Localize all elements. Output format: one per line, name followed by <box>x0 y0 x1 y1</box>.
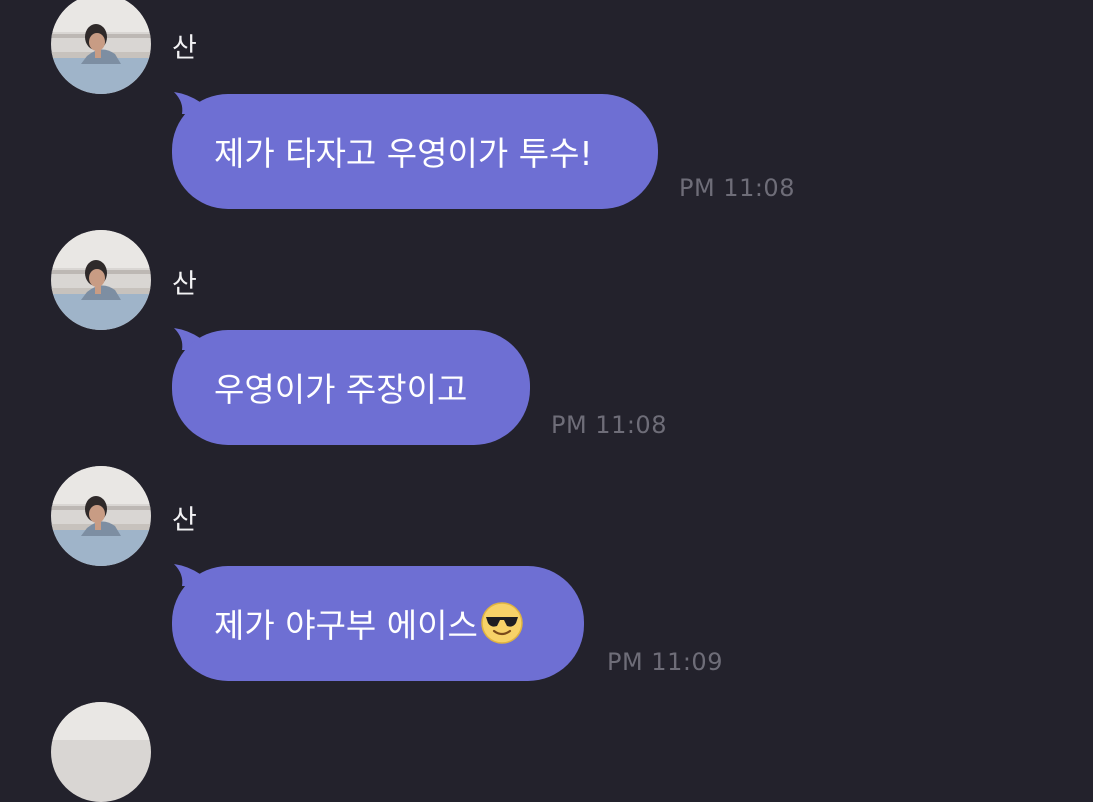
avatar-photo <box>51 0 151 94</box>
sender-name: 산 <box>172 269 197 300</box>
message-bubble[interactable]: 우영이가 주장이고 <box>172 330 530 445</box>
message-timestamp: PM 11:08 <box>679 174 795 202</box>
message-bubble[interactable]: 제가 야구부 에이스 <box>172 566 584 681</box>
sender-name: 산 <box>172 505 197 536</box>
avatar[interactable] <box>51 466 151 566</box>
avatar-photo <box>51 230 151 330</box>
sender-name: 산 <box>172 33 197 64</box>
message-timestamp: PM 11:09 <box>607 648 723 676</box>
message-timestamp: PM 11:08 <box>551 411 667 439</box>
avatar[interactable] <box>51 230 151 330</box>
message-text: 제가 야구부 에이스 <box>214 606 478 645</box>
avatar-photo <box>51 702 151 802</box>
message-text: 우영이가 주장이고 <box>214 370 468 409</box>
message-bubble[interactable]: 제가 타자고 우영이가 투수! <box>172 94 658 209</box>
avatar[interactable] <box>51 0 151 94</box>
smiling-face-with-sunglasses-icon <box>481 601 523 644</box>
avatar[interactable] <box>51 702 151 802</box>
avatar-photo <box>51 466 151 566</box>
message-text: 제가 타자고 우영이가 투수! <box>214 134 593 173</box>
